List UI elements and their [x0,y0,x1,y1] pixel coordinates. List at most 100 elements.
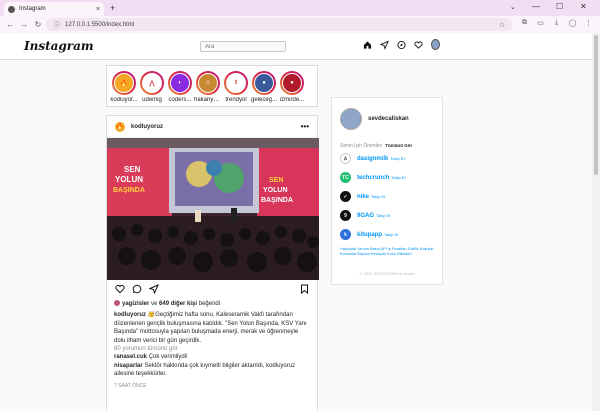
maximize-icon[interactable]: ☐ [556,2,563,11]
follow-button[interactable]: Takip Et [384,232,398,237]
back-icon[interactable]: ← [3,20,17,29]
close-window-icon[interactable]: ✕ [580,2,587,11]
instagram-logo[interactable]: Instagram [24,39,94,53]
new-tab-button[interactable]: + [110,3,115,13]
see-all-link[interactable]: Tümünü Gör [385,143,412,148]
site-info-icon[interactable]: ⓘ [54,20,60,29]
share-icon[interactable] [148,284,159,296]
direct-message-icon[interactable] [380,39,389,50]
browser-tab[interactable]: Instagram × [4,2,104,16]
browser-tab-strip: Instagram × + ⌄ — ☐ ✕ [0,0,600,16]
story-ring: t [224,71,248,95]
post-author-avatar[interactable]: 🔥 [115,121,125,132]
comment-icon[interactable] [132,284,142,296]
likes-count[interactable]: 649 diğer kişi [159,301,197,307]
suggestion-item: 9 9GAG Takip Et [340,206,434,225]
toolbar-icons: ⧉ ▭ ⤓ ◯ ⋮ [520,19,593,27]
caption-user[interactable]: kodluyoruz [114,312,146,318]
story-ring: 🔥 [112,71,136,95]
post-image[interactable]: SEN YOLUN BAŞINDA SEN YOLUN BAŞINDA [107,138,319,280]
post-likes: yagizisler ve 649 diğer kişi beğendi [107,300,317,308]
suggestion-name[interactable]: 9GAG [357,213,374,219]
view-all-comments-link[interactable]: 60 yorumun tümünü gör [107,345,317,353]
follow-button[interactable]: Takip Et [390,156,404,161]
bookmark-save-icon[interactable] [300,284,309,296]
suggestion-avatar[interactable]: ✓ [340,191,351,202]
menu-icon[interactable]: ⋮ [584,19,593,27]
tab-close-icon[interactable]: × [96,6,100,13]
copyright: © 2024 INSTAGRAM by sevde [359,270,415,276]
likes-user[interactable]: yagizisler [122,301,149,307]
profile-icon[interactable]: ◯ [568,19,577,27]
story-avatar: t [226,73,246,93]
comment-user[interactable]: nisaparlar [114,363,143,369]
tab-search-icon[interactable]: ⌄ [510,3,516,11]
story-ring: ☺ [196,71,220,95]
address-bar[interactable]: ⓘ 127.0.0.1:5500/index.html ☆ [46,18,512,31]
url-text: 127.0.0.1:5500/index.html [65,21,135,28]
current-user-avatar[interactable] [340,108,362,130]
story-username: geleceg... [250,97,278,103]
story-item[interactable]: ☺ hakanyal... [194,71,222,106]
profile-avatar[interactable] [431,39,440,50]
forward-icon[interactable]: → [17,20,31,29]
post-card: 🔥 kodluyoruz ••• SEN YOLUN BAŞINDA SEN Y… [106,115,319,411]
story-username: trendyol [225,97,247,103]
ig-header: Instagram [0,33,592,60]
like-heart-icon[interactable] [115,284,125,296]
explore-compass-icon[interactable] [397,39,406,50]
story-item[interactable]: ◐ coders... [167,71,193,106]
story-item[interactable]: 🔥 kodluyor... [110,71,138,106]
bookmark-star-icon[interactable]: ☆ [499,21,505,29]
post-actions [107,280,317,300]
suggestion-avatar[interactable]: TC [340,172,351,183]
footer-links[interactable]: Hakkında Yardım Basın API İş Fırsatları … [340,247,434,257]
suggestion-item: ♙ dasignmilk Takip Et [340,149,434,168]
suggestion-name[interactable]: nike [357,194,369,200]
instagram-favicon-icon [8,5,15,13]
event-photo: SEN YOLUN BAŞINDA SEN YOLUN BAŞINDA [107,138,319,280]
minimize-icon[interactable]: — [532,2,540,11]
search-input[interactable] [200,41,286,52]
follow-button[interactable]: Takip Et [371,194,385,199]
story-ring: ⋀ [140,71,164,95]
extensions-icon[interactable]: ⧉ [520,19,529,27]
suggestion-name[interactable]: kitupapp [357,232,382,238]
suggestion-item: k kitupapp Takip Et [340,225,434,244]
story-avatar: ⋀ [142,73,162,93]
scrollbar-thumb[interactable] [594,35,598,175]
follow-button[interactable]: Takip Et [376,213,390,218]
story-avatar: ● [254,73,274,93]
story-avatar: ☺ [198,73,218,93]
svg-text:YOLUN: YOLUN [263,187,288,194]
comment-user[interactable]: ranasel.cuk [114,354,147,360]
more-options-icon[interactable]: ••• [301,122,309,131]
story-item[interactable]: ● geleceg... [251,71,277,106]
current-user-name[interactable]: sevdecaliskan [368,116,409,122]
suggestion-name[interactable]: techcrunch [357,175,389,181]
sidebar-icon[interactable]: ▭ [536,19,545,27]
suggestion-avatar[interactable]: k [340,229,351,240]
story-ring: ◐ [168,71,192,95]
home-icon[interactable] [363,39,372,50]
suggestion-avatar[interactable]: 9 [340,210,351,221]
story-item[interactable]: ⋀ udemig [139,71,165,106]
suggestion-item: ✓ nike Takip Et [340,187,434,206]
post-author-name[interactable]: kodluyoruz [131,124,301,130]
reload-icon[interactable]: ↻ [31,20,45,29]
story-ring: ● [252,71,276,95]
story-item[interactable]: t trendyol [223,71,249,106]
story-item[interactable]: ● izmirde... [279,71,305,106]
heart-icon[interactable] [414,39,423,50]
tab-title: Instagram [19,6,46,12]
suggestion-name[interactable]: dasignmilk [357,156,388,162]
svg-text:SEN: SEN [124,165,141,174]
page-scrollbar[interactable] [592,33,600,411]
download-icon[interactable]: ⤓ [552,19,561,27]
story-username: udemig [142,97,162,103]
stories-bar: 🔥 kodluyor... ⋀ udemig ◐ coders... ☺ hakanyal..… [106,65,318,107]
post-header: 🔥 kodluyoruz ••• [107,116,317,138]
suggestion-avatar[interactable]: ♙ [340,153,351,164]
follow-button[interactable]: Takip Et [391,175,405,180]
story-avatar: 🔥 [114,73,134,93]
